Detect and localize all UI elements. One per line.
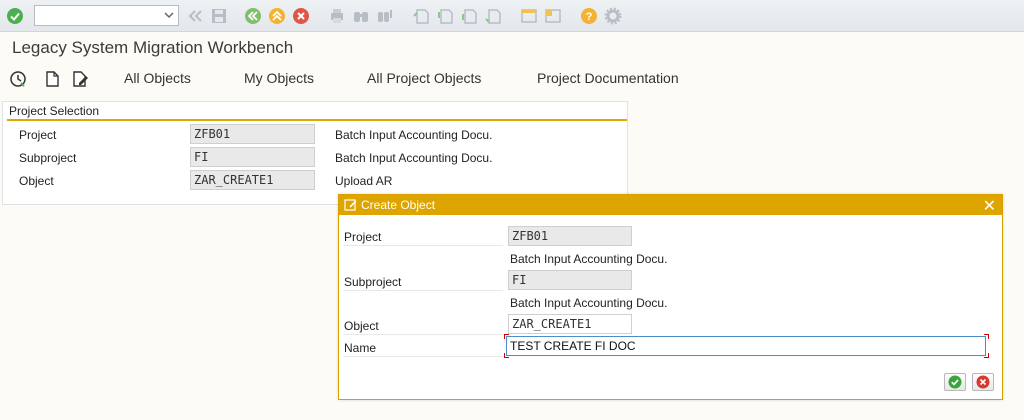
new-session-icon[interactable]: [520, 7, 538, 25]
settings-icon[interactable]: [604, 7, 622, 25]
row-divider: [343, 245, 503, 246]
edit-document-icon: [344, 199, 357, 211]
checkmark-icon: [948, 375, 962, 389]
find-next-icon[interactable]: [376, 7, 394, 25]
project-selection-panel: Project Selection Project ZFB01 Batch In…: [2, 101, 628, 205]
panel-title: Project Selection: [9, 104, 100, 118]
back-icon[interactable]: [186, 7, 204, 25]
confirm-button[interactable]: [944, 373, 966, 391]
chevron-down-icon[interactable]: [164, 9, 174, 21]
dialog-name-label: Name: [344, 341, 377, 355]
project-field: ZFB01: [190, 124, 315, 144]
exit-icon[interactable]: [268, 7, 286, 25]
all-project-objects-button[interactable]: All Project Objects: [367, 70, 481, 86]
dialog-title: Create Object: [361, 198, 436, 212]
find-icon[interactable]: [352, 7, 370, 25]
create-object-dialog: Create Object ✕ Project ZFB01 Batch Inpu…: [338, 194, 1003, 400]
help-icon[interactable]: ?: [580, 7, 598, 25]
cancel-icon: [976, 375, 990, 389]
dialog-subproject-field: FI: [508, 270, 632, 290]
print-icon[interactable]: [328, 7, 346, 25]
required-marker: [504, 353, 509, 358]
command-field[interactable]: [34, 5, 179, 26]
last-page-icon[interactable]: [484, 7, 502, 25]
required-marker: [984, 334, 989, 339]
project-documentation-button[interactable]: Project Documentation: [537, 70, 679, 86]
cancel-button[interactable]: [972, 373, 994, 391]
row-divider: [343, 334, 503, 335]
subproject-label: Subproject: [19, 151, 77, 165]
all-objects-button[interactable]: All Objects: [124, 70, 191, 86]
enter-icon[interactable]: [6, 7, 24, 25]
required-marker: [504, 334, 509, 339]
close-icon[interactable]: ✕: [983, 196, 996, 216]
row-divider: [343, 290, 503, 291]
back-green-icon[interactable]: [244, 7, 262, 25]
my-objects-button[interactable]: My Objects: [244, 70, 314, 86]
next-page-icon[interactable]: [460, 7, 478, 25]
subproject-field: FI: [190, 147, 315, 167]
dialog-object-field[interactable]: ZAR_CREATE1: [508, 314, 632, 334]
save-icon[interactable]: [210, 7, 228, 25]
shortcut-icon[interactable]: [544, 7, 562, 25]
required-marker: [984, 353, 989, 358]
project-description: Batch Input Accounting Docu.: [335, 128, 493, 142]
svg-text:?: ?: [586, 11, 593, 23]
edit-document-icon[interactable]: [70, 69, 90, 89]
dialog-subproject-label: Subproject: [344, 275, 402, 289]
create-document-icon[interactable]: [42, 69, 62, 89]
object-label: Object: [19, 174, 54, 188]
page-title: Legacy System Migration Workbench: [12, 38, 294, 57]
dialog-subproject-description: Batch Input Accounting Docu.: [510, 296, 668, 310]
panel-divider: [7, 119, 627, 121]
name-input[interactable]: TEST CREATE FI DOC: [506, 336, 986, 356]
row-divider: [343, 356, 503, 357]
dialog-object-label: Object: [344, 319, 379, 333]
object-field: ZAR_CREATE1: [190, 170, 315, 190]
object-description: Upload AR: [335, 174, 393, 188]
first-page-icon[interactable]: [412, 7, 430, 25]
dialog-project-description: Batch Input Accounting Docu.: [510, 252, 668, 266]
application-toolbar: All Objects My Objects All Project Objec…: [0, 64, 1024, 94]
dialog-project-label: Project: [344, 230, 382, 244]
cancel-icon[interactable]: [292, 7, 310, 25]
dialog-header: Create Object ✕: [339, 195, 1002, 215]
execute-icon[interactable]: [8, 69, 28, 89]
project-label: Project: [19, 128, 57, 142]
dialog-project-field: ZFB01: [508, 226, 632, 246]
subproject-description: Batch Input Accounting Docu.: [335, 151, 493, 165]
previous-page-icon[interactable]: [436, 7, 454, 25]
system-toolbar: ?: [0, 0, 1024, 32]
